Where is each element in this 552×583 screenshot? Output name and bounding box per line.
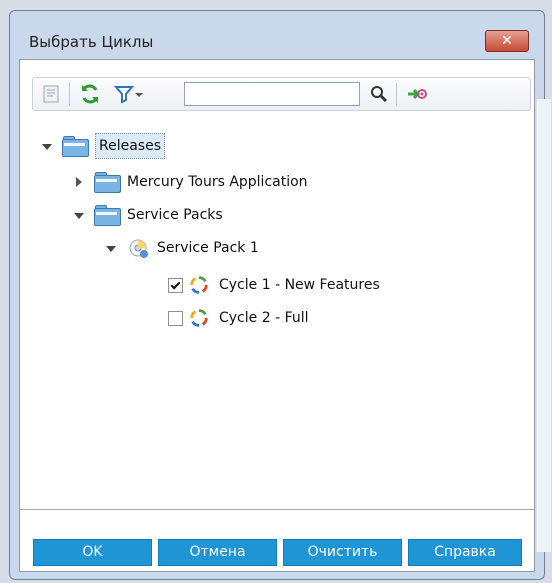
tree-item-label: Cycle 1 - New Features [219,277,380,293]
search-icon[interactable] [367,82,391,106]
dialog-title: Выбрать Циклы [29,33,154,51]
folder-icon [94,205,121,226]
cycle-icon [190,276,208,294]
collapse-arrow-icon[interactable] [38,138,54,154]
go-to-icon[interactable] [405,82,429,106]
tree-item-service-packs[interactable]: Service Packs [70,201,223,229]
cycle-2-checkbox[interactable] [168,310,183,326]
tree-item-label: Releases [95,133,165,159]
tree-item-label: Mercury Tours Application [127,174,308,190]
help-button[interactable]: Справка [408,539,522,566]
dropdown-icon[interactable] [133,82,145,106]
select-cycles-dialog: Выбрать Циклы ✕ Releases Mercury Tours A… [9,10,545,580]
cycle-1-checkbox[interactable] [168,277,183,293]
tree-item-mercury-tours[interactable]: Mercury Tours Application [70,168,308,196]
dialog-content: Releases Mercury Tours Application Servi… [19,59,535,572]
expand-arrow-icon[interactable] [70,174,86,190]
collapse-arrow-icon[interactable] [70,207,86,223]
folder-icon [94,172,121,193]
folder-icon [62,136,89,157]
button-bar: OK Отмена Очистить Справка [20,509,534,571]
tree-item-service-pack-1[interactable]: Service Pack 1 [102,234,259,262]
cancel-button[interactable]: Отмена [158,539,277,566]
toolbar-separator [69,83,70,106]
cycle-icon [190,309,208,327]
background-scrollbar [536,99,551,552]
release-tree: Releases Mercury Tours Application Servi… [20,122,534,511]
toolbar [32,77,531,111]
tree-item-label: Cycle 2 - Full [219,310,309,326]
tree-item-releases[interactable]: Releases [38,132,165,160]
ok-button[interactable]: OK [33,539,152,566]
properties-icon[interactable] [39,82,63,106]
tree-item-label: Service Packs [127,207,223,223]
tree-item-cycle-1[interactable]: Cycle 1 - New Features [168,271,380,299]
close-button[interactable]: ✕ [485,30,529,52]
collapse-arrow-icon[interactable] [102,240,118,256]
search-input[interactable] [184,82,360,106]
tree-item-label: Service Pack 1 [157,240,259,256]
toolbar-separator [396,83,397,106]
release-icon [129,239,148,258]
clear-button[interactable]: Очистить [283,539,402,566]
tree-item-cycle-2[interactable]: Cycle 2 - Full [168,304,309,332]
refresh-icon[interactable] [78,82,102,106]
title-bar: Выбрать Циклы ✕ [10,11,544,59]
